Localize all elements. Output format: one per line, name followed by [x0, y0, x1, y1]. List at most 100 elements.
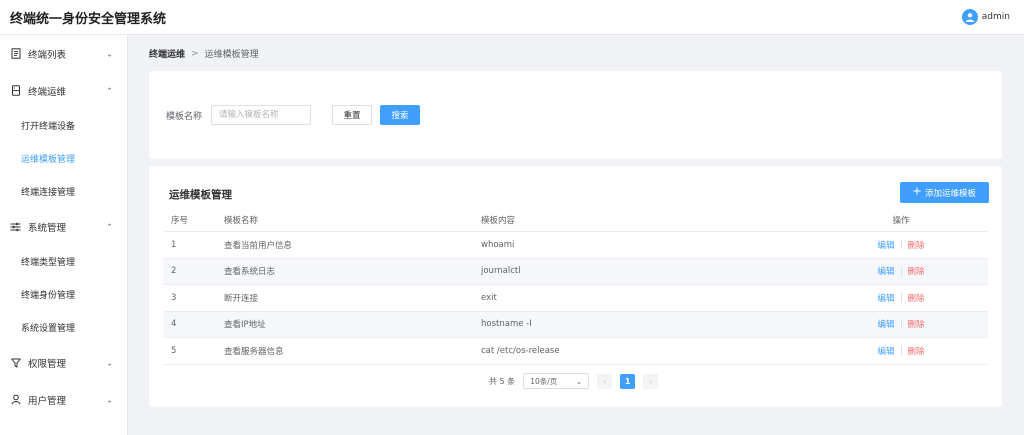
column-header: 模板名称 [224, 216, 259, 226]
template-table: 序号 模板名称 模板内容 操作 1 查看当前用户信息 whoami 编辑 删除 … [163, 209, 988, 365]
delete-button[interactable]: 删除 [908, 239, 925, 251]
edit-button[interactable]: 编辑 [877, 345, 894, 357]
chevron-down-icon: ⌄ [575, 376, 583, 386]
menu-item-terminal-type[interactable]: 终端类型管理 [0, 245, 127, 278]
sidebar: 终端列表 ⌄ 终端运维 ⌃ 打开终端设备 运维模板管理 终端连接管理 系统管理 … [0, 35, 128, 435]
menu-group-label: 系统管理 [28, 222, 67, 234]
action-divider [900, 240, 902, 250]
row-template-content: whoami [481, 239, 515, 250]
row-template-content: exit [481, 292, 497, 303]
app-header: 终端统一身份安全管理系统 admin [0, 0, 1024, 35]
table-row: 2 查看系统日志 journalctl 编辑 删除 [163, 258, 988, 285]
document-icon [10, 48, 21, 59]
template-name-input[interactable] [211, 105, 311, 125]
breadcrumb-parent[interactable]: 终端运维 [149, 47, 185, 60]
template-name-label: 模板名称 [166, 112, 203, 122]
delete-button[interactable]: 删除 [908, 318, 925, 330]
row-index: 1 [171, 239, 177, 250]
action-divider [900, 346, 902, 356]
server-icon [10, 85, 21, 96]
row-template-name: 查看服务器信息 [224, 346, 284, 357]
chevron-up-icon: ⌃ [106, 86, 113, 95]
page-size-select[interactable]: 10条/页 ⌄ [523, 373, 590, 389]
app-title: 终端统一身份安全管理系统 [10, 11, 167, 27]
column-header: 操作 [892, 216, 910, 226]
next-page-button[interactable]: › [643, 373, 659, 389]
page-size-value: 10条/页 [530, 376, 558, 386]
row-template-content: journalctl [481, 266, 521, 277]
search-card: 模板名称 重置 搜索 [149, 71, 1002, 159]
breadcrumb-separator: > [191, 48, 199, 59]
add-template-label: 添加运维模板 [924, 188, 976, 199]
menu-group-terminal-ops[interactable]: 终端运维 ⌃ [0, 72, 127, 109]
menu-group-label: 终端运维 [28, 86, 67, 98]
row-template-name: 断开连接 [224, 293, 259, 304]
row-actions: 编辑 删除 [814, 292, 988, 304]
menu-item-terminal-identity[interactable]: 终端身份管理 [0, 278, 127, 311]
menu-item-system-settings[interactable]: 系统设置管理 [0, 311, 127, 344]
row-index: 3 [171, 292, 177, 303]
sliders-icon [10, 221, 21, 232]
row-actions: 编辑 删除 [814, 239, 988, 251]
row-actions: 编辑 删除 [814, 345, 988, 357]
menu-group-terminal-list[interactable]: 终端列表 ⌄ [0, 35, 127, 72]
prev-page-button[interactable]: ‹ [597, 373, 613, 389]
delete-button[interactable]: 删除 [908, 265, 925, 277]
table-row: 5 查看服务器信息 cat /etc/os-release 编辑 删除 [163, 338, 988, 365]
filter-icon [10, 357, 21, 368]
menu-item-open-terminal[interactable]: 打开终端设备 [0, 109, 127, 142]
table-row: 3 断开连接 exit 编辑 删除 [163, 285, 988, 312]
user-icon [10, 394, 21, 405]
action-divider [900, 319, 902, 329]
row-template-name: 查看系统日志 [224, 267, 276, 278]
row-index: 5 [171, 345, 177, 356]
row-template-content: cat /etc/os-release [481, 345, 560, 356]
chevron-down-icon: ⌄ [106, 358, 113, 367]
edit-button[interactable]: 编辑 [877, 239, 894, 251]
row-template-name: 查看当前用户信息 [224, 240, 293, 251]
template-table-card: 运维模板管理 添加运维模板 序号 模板名称 模板内容 操作 1 查看当前用户信息… [149, 166, 1002, 407]
edit-button[interactable]: 编辑 [877, 292, 894, 304]
plus-icon [913, 187, 921, 198]
menu-group-permission[interactable]: 权限管理 ⌄ [0, 344, 127, 381]
chevron-down-icon: ⌄ [106, 395, 113, 404]
pagination: 共 5 条 10条/页 ⌄ ‹ 1 › [489, 373, 659, 389]
delete-button[interactable]: 删除 [908, 292, 925, 304]
main-content: 终端运维 > 运维模板管理 模板名称 重置 搜索 运维模板管理 添加运维模板 序… [128, 35, 1024, 435]
menu-group-system[interactable]: 系统管理 ⌃ [0, 208, 127, 245]
table-title: 运维模板管理 [169, 189, 232, 201]
row-actions: 编辑 删除 [814, 265, 988, 277]
delete-button[interactable]: 删除 [908, 345, 925, 357]
user-name: admin [981, 12, 1010, 22]
menu-item-ops-template[interactable]: 运维模板管理 [0, 142, 127, 175]
search-button[interactable]: 搜索 [380, 105, 420, 125]
row-template-name: 查看IP地址 [224, 320, 266, 331]
menu-group-label: 终端列表 [28, 49, 67, 61]
user-menu[interactable]: admin [961, 9, 1010, 25]
table-row: 1 查看当前用户信息 whoami 编辑 删除 [163, 232, 988, 259]
breadcrumb-current: 运维模板管理 [204, 50, 259, 60]
reset-button[interactable]: 重置 [332, 105, 372, 125]
menu-group-label: 用户管理 [28, 395, 67, 407]
chevron-up-icon: ⌃ [106, 222, 113, 231]
menu-group-user[interactable]: 用户管理 ⌄ [0, 381, 127, 418]
edit-button[interactable]: 编辑 [877, 318, 894, 330]
menu-group-label: 权限管理 [28, 358, 67, 370]
breadcrumb: 终端运维 > 运维模板管理 [149, 47, 259, 61]
pagination-total: 共 5 条 [489, 376, 516, 386]
column-header: 模板内容 [481, 216, 516, 226]
user-avatar-icon [961, 9, 978, 25]
chevron-down-icon: ⌄ [106, 49, 113, 58]
row-template-content: hostname -I [481, 319, 532, 330]
action-divider [900, 293, 902, 303]
action-divider [900, 266, 902, 276]
column-header: 序号 [171, 216, 189, 226]
row-index: 2 [171, 266, 177, 277]
page-number-button[interactable]: 1 [620, 373, 636, 389]
edit-button[interactable]: 编辑 [877, 265, 894, 277]
add-template-button[interactable]: 添加运维模板 [900, 182, 989, 203]
table-header-row: 序号 模板名称 模板内容 操作 [163, 209, 988, 232]
table-row: 4 查看IP地址 hostname -I 编辑 删除 [163, 311, 988, 338]
row-index: 4 [171, 319, 177, 330]
menu-item-terminal-connection[interactable]: 终端连接管理 [0, 175, 127, 208]
